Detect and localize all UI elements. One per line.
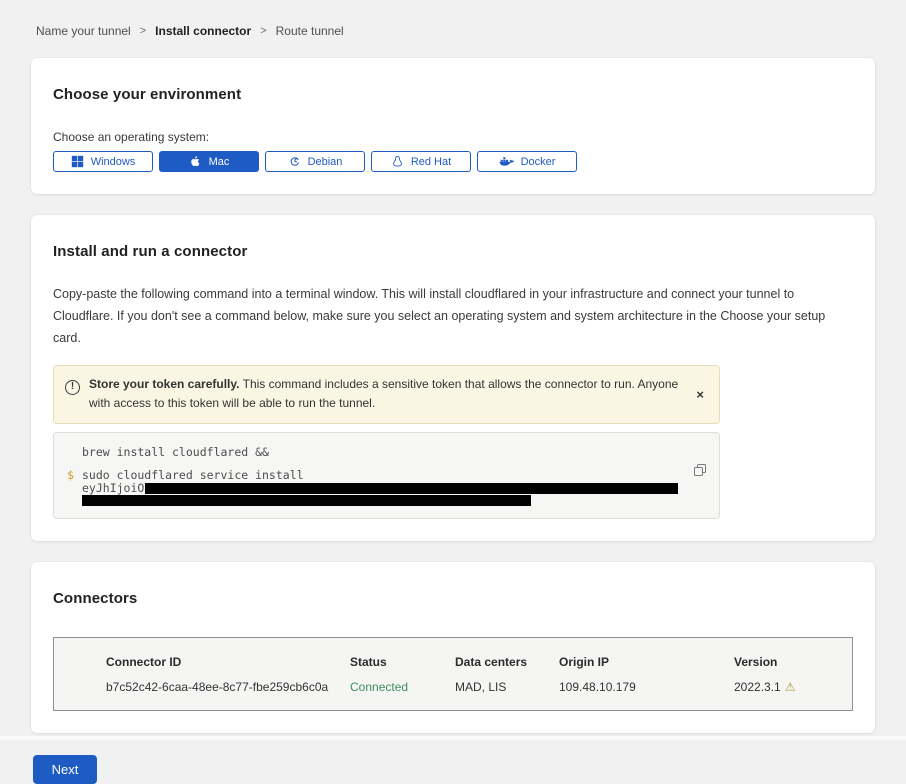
code-line-sudo: $ sudo cloudflared service install [67,469,705,482]
token-warning-bold: Store your token carefully. [89,377,240,391]
status-badge: Connected [350,680,455,694]
header-origin-ip: Origin IP [559,655,734,669]
cell-version: 2022.3.1⚠ [734,680,852,694]
redhat-logo-icon [391,155,404,168]
os-button-redhat[interactable]: Red Hat [371,151,471,172]
redacted-token-bar [82,495,531,506]
breadcrumb-install-connector[interactable]: Install connector [155,24,251,38]
os-button-docker[interactable]: Docker [477,151,577,172]
install-description: Copy-paste the following command into a … [53,284,853,350]
apple-logo-icon [189,155,202,168]
os-button-label: Docker [521,156,556,168]
page: Name your tunnel > Install connector > R… [0,0,906,784]
token-prefix: eyJhIjoiO [82,481,144,495]
table-row: b7c52c42-6caa-48ee-8c77-fbe259cb6c0a Con… [106,680,852,694]
copy-icon[interactable] [693,463,707,477]
breadcrumb-route-tunnel[interactable]: Route tunnel [276,24,344,38]
header-connector-id: Connector ID [106,655,350,669]
cell-origin-ip: 109.48.10.179 [559,680,734,694]
shell-prompt: $ [67,469,82,482]
connectors-title: Connectors [53,590,853,607]
token-warning-text: Store your token carefully. This command… [89,375,684,415]
connectors-table: Connector ID Status Data centers Origin … [53,637,853,711]
docker-logo-icon [499,156,514,168]
token-warning-banner: ! Store your token carefully. This comma… [53,365,720,425]
code-line-brew: brew install cloudflared && [67,446,705,459]
os-button-group: Windows Mac Debian [53,151,853,172]
choose-environment-title: Choose your environment [53,86,853,103]
install-connector-card: Install and run a connector Copy-paste t… [31,215,875,541]
header-status: Status [350,655,455,669]
os-button-label: Debian [308,156,343,168]
os-button-debian[interactable]: Debian [265,151,365,172]
breadcrumb-separator: > [140,25,146,37]
os-button-windows[interactable]: Windows [53,151,153,172]
install-connector-title: Install and run a connector [53,243,853,260]
breadcrumb-separator: > [260,25,266,37]
cell-data-centers: MAD, LIS [455,680,559,694]
install-command-code-block: brew install cloudflared && $ sudo cloud… [53,432,720,519]
redacted-token-bar [145,483,678,494]
os-button-label: Windows [91,156,136,168]
os-button-mac[interactable]: Mac [159,151,259,172]
connectors-card: Connectors Connector ID Status Data cent… [31,562,875,733]
code-token-text: eyJhIjoiO [82,482,678,495]
os-button-label: Red Hat [411,156,451,168]
bottom-strip [0,736,906,740]
header-version: Version [734,655,852,669]
connectors-table-header: Connector ID Status Data centers Origin … [106,655,852,669]
choose-environment-card: Choose your environment Choose an operat… [31,58,875,194]
next-button[interactable]: Next [33,755,97,784]
warning-circle-icon: ! [65,380,80,395]
breadcrumb: Name your tunnel > Install connector > R… [31,0,875,58]
cell-connector-id: b7c52c42-6caa-48ee-8c77-fbe259cb6c0a [106,680,350,694]
os-select-label: Choose an operating system: [53,130,853,144]
code-brew-command: brew install cloudflared && [82,446,269,459]
breadcrumb-name-your-tunnel[interactable]: Name your tunnel [36,24,131,38]
code-line-token: eyJhIjoiO [67,482,705,495]
version-warning-icon: ⚠ [785,680,796,694]
header-data-centers: Data centers [455,655,559,669]
windows-logo-icon [71,155,84,168]
os-button-label: Mac [209,156,230,168]
debian-logo-icon [288,155,301,168]
close-icon[interactable]: × [693,388,707,401]
